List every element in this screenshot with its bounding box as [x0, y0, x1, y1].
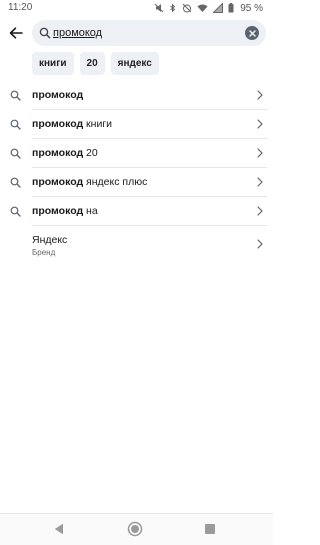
search-row: [0, 20, 273, 46]
suggestion-rest: 20: [83, 147, 98, 159]
clear-icon: [248, 29, 256, 37]
nav-home-icon[interactable]: [127, 521, 143, 537]
suggestion-text: промокод 20: [32, 147, 98, 159]
chevron-right-icon: [257, 239, 263, 249]
bluetooth-icon: [170, 3, 176, 13]
search-icon: [10, 119, 21, 130]
search-icon: [10, 177, 21, 188]
search-icon: [10, 90, 21, 101]
wifi-icon: [197, 4, 208, 12]
suggestion-item[interactable]: промокод на: [0, 197, 273, 226]
back-button[interactable]: [6, 23, 26, 43]
nav-back-icon[interactable]: [54, 523, 64, 535]
arrow-left-icon: [9, 27, 23, 39]
brand-subtitle: Бренд: [32, 248, 56, 257]
suggestion-rest: на: [83, 205, 98, 217]
suggestion-bold: промокод: [32, 118, 84, 130]
suggestion-list: промокод промокод книги промокод 20 пром…: [0, 81, 273, 262]
suggestion-item[interactable]: промокод: [0, 81, 273, 110]
chip-books[interactable]: книги: [32, 52, 74, 75]
suggestion-text: промокод книги: [32, 118, 112, 130]
chevron-right-icon: [257, 206, 263, 216]
suggestion-text: промокод: [32, 89, 83, 101]
signal-icon: [213, 3, 224, 13]
clear-search-button[interactable]: [245, 26, 259, 40]
search-icon: [39, 27, 51, 39]
chevron-right-icon: [257, 90, 263, 100]
status-icons: 95 %: [154, 2, 263, 14]
chevron-right-icon: [257, 119, 263, 129]
suggestion-bold: промокод: [32, 147, 84, 159]
chevron-right-icon: [257, 177, 263, 187]
suggestion-chips: книги 20 яндекс: [32, 52, 159, 75]
chip-yandex[interactable]: яндекс: [110, 52, 159, 75]
suggestion-rest: книги: [83, 118, 113, 130]
chevron-right-icon: [257, 148, 263, 158]
suggestion-text: промокод на: [32, 205, 98, 217]
suggestion-bold: промокод: [32, 176, 84, 188]
search-box[interactable]: [32, 20, 266, 46]
suggestion-item[interactable]: промокод 20: [0, 139, 273, 168]
battery-icon: [228, 3, 234, 13]
alarm-off-icon: [182, 3, 192, 13]
search-icon: [10, 148, 21, 159]
chip-20[interactable]: 20: [79, 52, 105, 75]
suggestion-bold: промокод: [32, 205, 84, 217]
nav-recents-icon[interactable]: [205, 524, 215, 534]
brand-suggestion[interactable]: Яндекс Бренд: [0, 226, 273, 262]
suggestion-item[interactable]: промокод яндекс плюс: [0, 168, 273, 197]
suggestion-bold: промокод: [32, 89, 84, 101]
suggestion-rest: яндекс плюс: [83, 176, 148, 188]
battery-percent: 95 %: [240, 2, 263, 14]
brand-title: Яндекс: [32, 234, 68, 246]
suggestion-text: промокод яндекс плюс: [32, 176, 147, 188]
status-bar: 11:20 95 %: [0, 0, 273, 16]
mute-icon: [154, 3, 164, 13]
search-input[interactable]: [53, 25, 243, 41]
system-nav-bar: [0, 513, 273, 545]
status-time: 11:20: [8, 2, 33, 13]
search-icon: [10, 206, 21, 217]
suggestion-item[interactable]: промокод книги: [0, 110, 273, 139]
